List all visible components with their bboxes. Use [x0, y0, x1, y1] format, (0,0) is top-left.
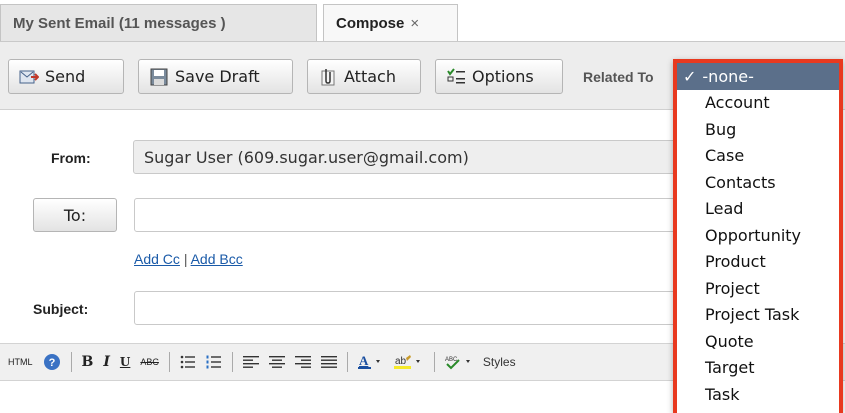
- svg-text:?: ?: [48, 357, 55, 369]
- toolbar-divider: [346, 352, 348, 372]
- toolbar-divider: [433, 352, 435, 372]
- close-icon[interactable]: ×: [410, 15, 419, 32]
- paperclip-icon: [318, 68, 338, 86]
- options-icon: [446, 67, 466, 86]
- save-draft-button[interactable]: Save Draft: [138, 59, 293, 94]
- tab-compose[interactable]: Compose ×: [323, 4, 458, 42]
- to-input[interactable]: [134, 198, 694, 232]
- svg-text:ab: ab: [395, 356, 407, 367]
- dropdown-option-contacts[interactable]: Contacts: [677, 169, 839, 196]
- bullet-list-icon[interactable]: [180, 355, 196, 369]
- add-cc-link[interactable]: Add Cc: [134, 251, 180, 267]
- italic-button[interactable]: I: [103, 354, 110, 370]
- option-label: -none-: [702, 66, 754, 86]
- dropdown-option-project[interactable]: Project: [677, 275, 839, 302]
- toolbar-divider: [231, 352, 233, 372]
- tab-label: Compose: [336, 15, 405, 32]
- to-button[interactable]: To:: [33, 198, 117, 232]
- add-bcc-link[interactable]: Add Bcc: [191, 251, 243, 267]
- related-to-label: Related To: [583, 69, 654, 85]
- dropdown-option-opportunity[interactable]: Opportunity: [677, 222, 839, 249]
- text-color-icon[interactable]: A: [357, 354, 384, 370]
- styles-select[interactable]: Styles: [483, 355, 516, 369]
- send-button[interactable]: Send: [8, 59, 124, 94]
- align-justify-icon[interactable]: [320, 355, 337, 369]
- tab-bar: My Sent Email (11 messages ) Compose ×: [0, 0, 845, 42]
- options-label: Options: [472, 67, 534, 86]
- subject-input[interactable]: [134, 291, 694, 325]
- from-label: From:: [51, 150, 91, 166]
- checkmark-icon: ✓: [683, 66, 697, 86]
- send-label: Send: [45, 67, 86, 86]
- floppy-disk-icon: [149, 68, 169, 86]
- from-value: Sugar User (609.sugar.user@gmail.com): [144, 147, 469, 167]
- html-button[interactable]: HTML: [8, 357, 33, 367]
- toolbar-divider: [168, 352, 170, 372]
- dropdown-option-none[interactable]: ✓ -none-: [677, 63, 839, 90]
- related-to-dropdown[interactable]: ✓ -none- Account Bug Case Contacts Lead …: [673, 59, 843, 413]
- send-icon: [19, 68, 40, 86]
- attach-label: Attach: [344, 67, 396, 86]
- dropdown-option-case[interactable]: Case: [677, 143, 839, 170]
- options-button[interactable]: Options: [435, 59, 563, 94]
- underline-button[interactable]: U: [120, 355, 130, 369]
- spellcheck-icon[interactable]: ABC: [445, 354, 475, 370]
- highlight-color-icon[interactable]: ab: [393, 354, 424, 370]
- tab-my-sent-email[interactable]: My Sent Email (11 messages ): [0, 4, 317, 42]
- dropdown-option-target[interactable]: Target: [677, 355, 839, 382]
- dropdown-option-project-task[interactable]: Project Task: [677, 302, 839, 329]
- strikethrough-button[interactable]: ABC: [140, 357, 159, 367]
- align-left-icon[interactable]: [242, 355, 259, 369]
- numbered-list-icon[interactable]: [206, 355, 222, 369]
- toolbar-divider: [70, 352, 72, 372]
- svg-text:A: A: [359, 354, 369, 368]
- dropdown-option-account[interactable]: Account: [677, 90, 839, 117]
- help-icon[interactable]: ?: [43, 353, 61, 371]
- to-label: To:: [63, 205, 87, 225]
- link-separator: |: [183, 251, 188, 267]
- subject-label: Subject:: [33, 301, 89, 317]
- bold-button[interactable]: B: [82, 354, 94, 370]
- dropdown-option-quote[interactable]: Quote: [677, 328, 839, 355]
- align-right-icon[interactable]: [294, 355, 311, 369]
- dropdown-option-task[interactable]: Task: [677, 381, 839, 408]
- tab-label: My Sent Email (11 messages ): [13, 15, 226, 32]
- dropdown-option-product[interactable]: Product: [677, 249, 839, 276]
- from-select[interactable]: Sugar User (609.sugar.user@gmail.com): [133, 140, 693, 174]
- dropdown-option-bug[interactable]: Bug: [677, 116, 839, 143]
- dropdown-option-lead[interactable]: Lead: [677, 196, 839, 223]
- attach-button[interactable]: Attach: [307, 59, 421, 94]
- align-center-icon[interactable]: [268, 355, 285, 369]
- cc-bcc-links: Add Cc | Add Bcc: [134, 251, 243, 267]
- save-draft-label: Save Draft: [175, 67, 260, 86]
